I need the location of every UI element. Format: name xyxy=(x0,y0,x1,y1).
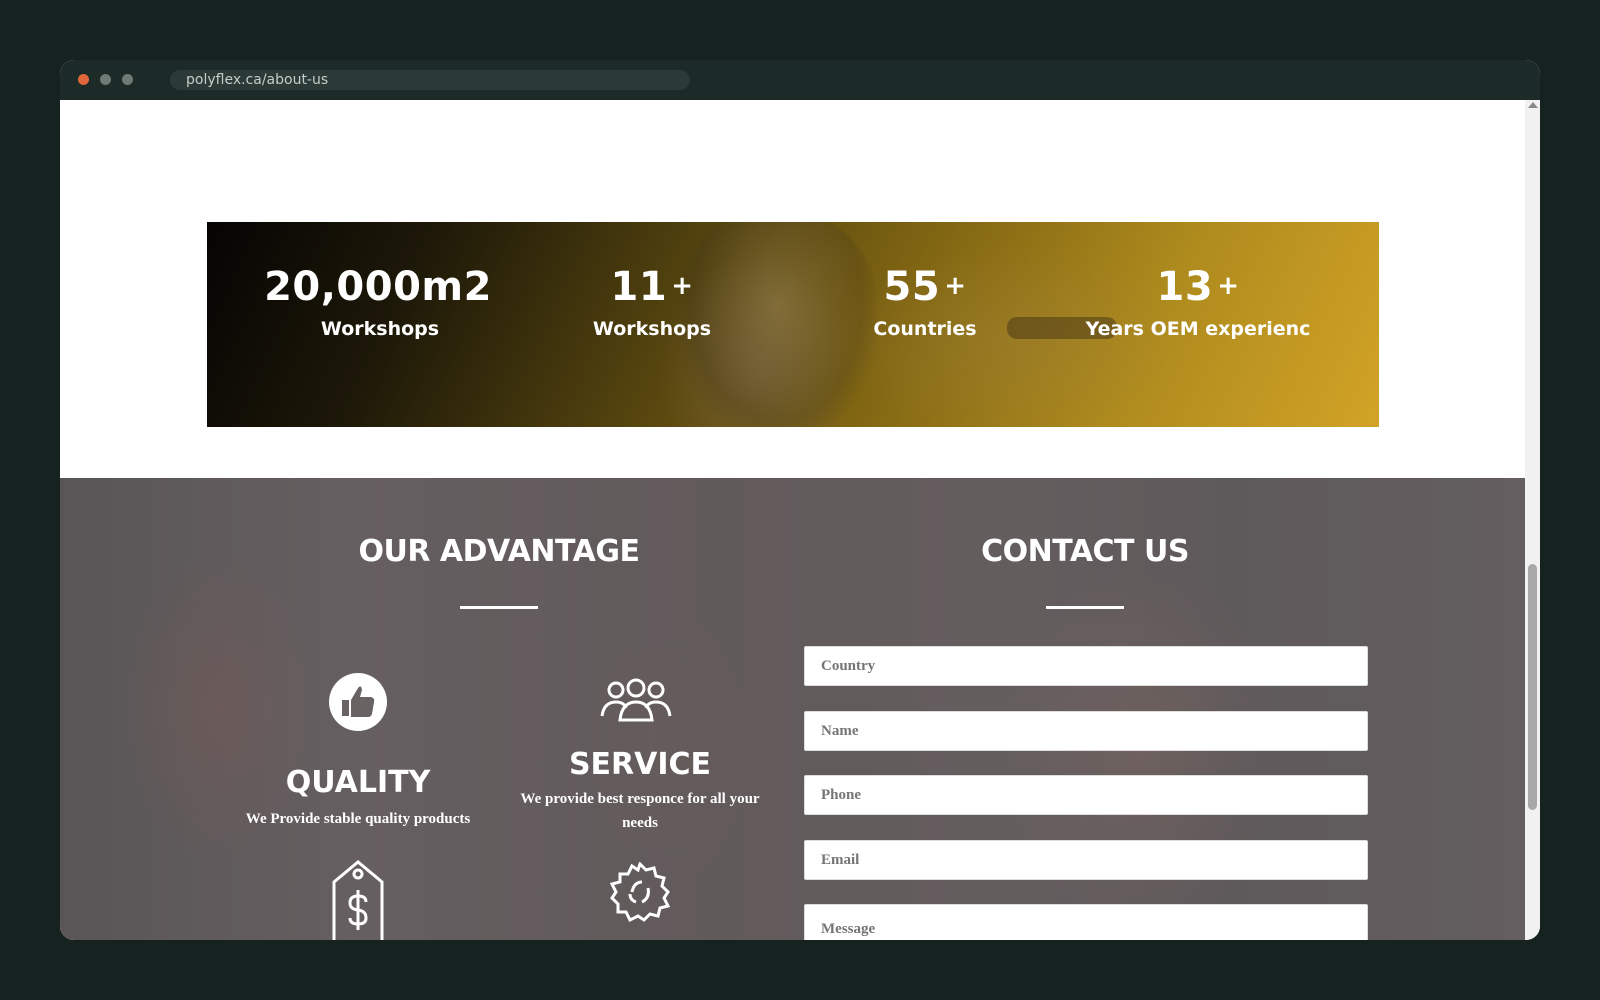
stat-item: 55 + Countries xyxy=(795,260,1055,343)
stat-number: 20,000m2 xyxy=(264,264,492,310)
stats-banner: 20,000m2 Workshops 11 + Workshops 55 + Cou… xyxy=(207,222,1379,427)
email-field[interactable] xyxy=(804,840,1368,880)
recycle-badge-icon xyxy=(609,862,671,923)
scrollbar[interactable] xyxy=(1525,100,1540,940)
browser-titlebar: polyflex.ca/about-us xyxy=(60,60,1540,100)
country-field[interactable] xyxy=(804,646,1368,686)
advantage-item-title: SERVICE xyxy=(568,747,712,782)
stat-label: Workshops xyxy=(592,318,712,340)
advantage-item-text: We provide best responce for all your ne… xyxy=(520,791,760,831)
clipped-paragraph xyxy=(300,100,560,102)
stat-number: 11 + xyxy=(610,264,694,310)
stat-item: 20,000m2 Workshops xyxy=(250,260,510,343)
advantage-item-text: We Provide stable quality products xyxy=(245,811,471,827)
browser-window: polyflex.ca/about-us 20,000m2 Workshops … xyxy=(60,60,1540,940)
advantage-title: OUR ADVANTAGE xyxy=(358,534,640,569)
page-viewport: 20,000m2 Workshops 11 + Workshops 55 + Cou… xyxy=(60,100,1540,940)
advantage-item-title: QUALITY xyxy=(285,765,431,800)
stat-label: Workshops xyxy=(320,318,440,340)
team-icon xyxy=(600,678,672,722)
scrollbar-thumb[interactable] xyxy=(1528,564,1537,810)
price-tag-icon xyxy=(332,860,384,940)
message-field[interactable] xyxy=(804,904,1368,940)
address-bar[interactable]: polyflex.ca/about-us xyxy=(170,70,690,90)
stat-label: Countries xyxy=(873,318,977,340)
contact-title: CONTACT US xyxy=(981,534,1189,569)
stat-number: 55 + xyxy=(883,264,967,310)
advantage-contact-section: OUR ADVANTAGE CONTACT US QUALITY We Prov… xyxy=(60,478,1525,940)
contact-underline xyxy=(1046,606,1124,609)
advantage-underline xyxy=(460,606,538,609)
stat-item: 13 + Years OEM experienc xyxy=(1068,260,1328,343)
phone-field[interactable] xyxy=(804,775,1368,815)
scroll-up-arrow-icon[interactable] xyxy=(1528,102,1538,108)
minimize-window-button[interactable] xyxy=(100,74,111,85)
name-field[interactable] xyxy=(804,711,1368,751)
close-window-button[interactable] xyxy=(78,74,89,85)
stat-label: Years OEM experienc xyxy=(1085,318,1311,340)
stat-item: 11 + Workshops xyxy=(522,260,782,343)
thumbs-up-icon xyxy=(329,673,387,731)
maximize-window-button[interactable] xyxy=(122,74,133,85)
stat-number: 13 + xyxy=(1156,264,1240,310)
